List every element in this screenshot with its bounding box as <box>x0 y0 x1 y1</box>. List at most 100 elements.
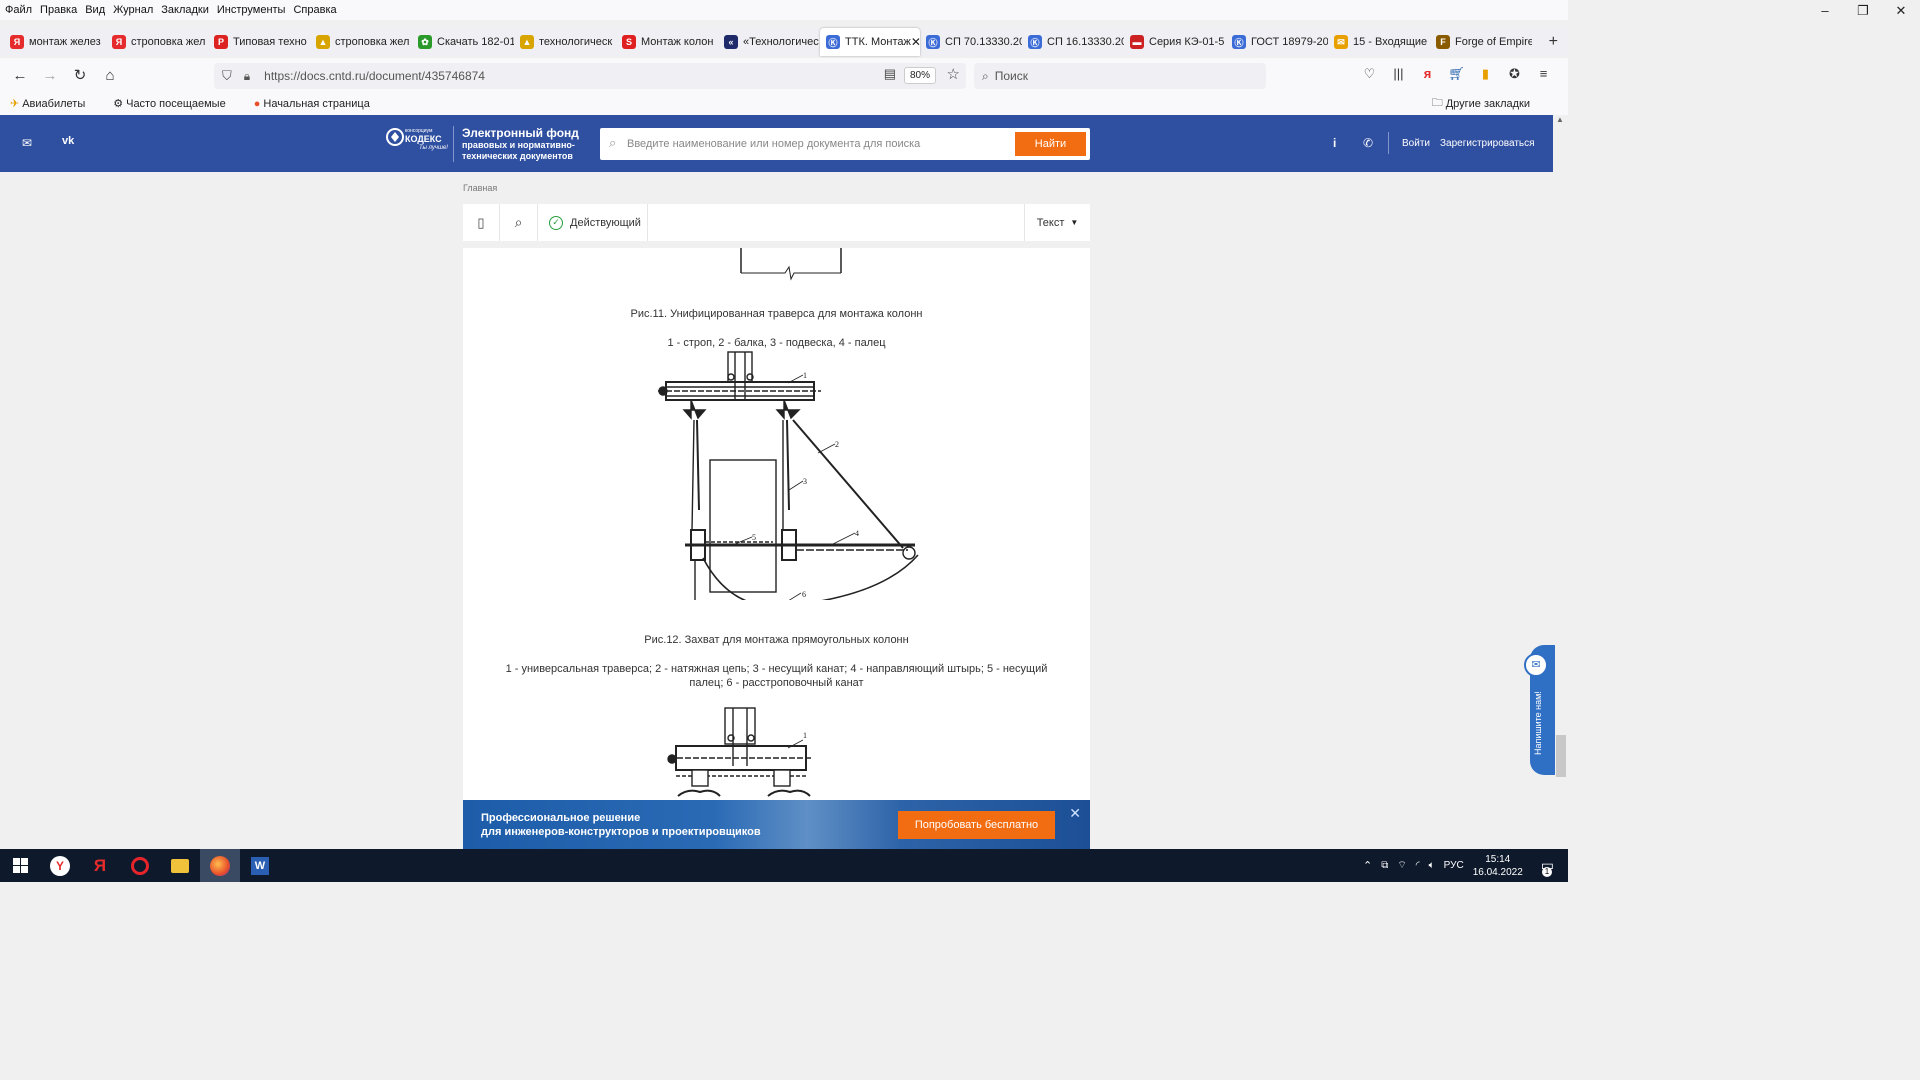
yandex-icon: Я <box>112 35 126 49</box>
home-icon[interactable]: ⌂ <box>96 67 124 84</box>
hamburger-menu-icon[interactable]: ≡ <box>1529 66 1558 82</box>
tab[interactable]: « «Технологичес <box>718 28 820 56</box>
mail-icon[interactable]: ✉ <box>22 136 32 150</box>
airplane-icon: ✈ <box>10 98 20 110</box>
kodeks-icon: Ⓚ <box>1028 35 1042 49</box>
image-icon: ▲ <box>316 35 330 49</box>
phone-icon[interactable]: ✆ <box>1363 136 1373 150</box>
yandex-icon[interactable]: я <box>1413 66 1442 82</box>
info-icon[interactable]: i <box>1333 136 1336 150</box>
pocket-icon[interactable]: ♡ <box>1355 66 1384 82</box>
bookmark-star-icon[interactable]: ☆ <box>947 65 960 83</box>
menu-view[interactable]: Вид <box>85 4 105 16</box>
wifi-icon[interactable]: ◜ <box>1416 860 1420 871</box>
back-icon[interactable]: ← <box>6 67 34 84</box>
browser-search-input[interactable]: ⌕ Поиск <box>974 63 1266 89</box>
bookmark-item[interactable]: ⚙ Часто посещаемые <box>113 97 239 111</box>
tab-active[interactable]: Ⓚ ТТК. Монтаж ✕ <box>820 28 920 56</box>
scrollbar-thumb[interactable] <box>1556 735 1566 777</box>
file-explorer-icon[interactable] <box>160 849 200 882</box>
close-window-button[interactable]: ✕ <box>1882 0 1920 24</box>
site-search-input[interactable]: ⌕ Введите наименование или номер докумен… <box>600 128 1090 160</box>
forward-icon[interactable]: → <box>36 67 64 84</box>
bookmark-item[interactable]: ● Начальная страница <box>254 98 384 110</box>
other-bookmarks[interactable]: 🗀 Другие закладки <box>1432 94 1544 113</box>
shield-icon[interactable]: ⛉ <box>222 68 232 84</box>
network-icon[interactable]: ⌔ <box>1397 859 1406 872</box>
tab[interactable]: F Forge of Empire <box>1430 28 1532 56</box>
tab[interactable]: Ⓚ ГОСТ 18979-20 <box>1226 28 1328 56</box>
contents-button[interactable]: ▯ <box>463 204 500 241</box>
menu-file[interactable]: Файл <box>5 4 32 16</box>
tab[interactable]: ▲ технологическ <box>514 28 616 56</box>
vk-icon[interactable]: vk <box>62 135 74 147</box>
close-icon[interactable]: ✕ <box>1069 805 1081 822</box>
meet-now-icon[interactable]: ⧉ <box>1381 860 1388 871</box>
figure-12-legend-line1: 1 - универсальная траверса; 2 - натяжная… <box>505 663 1048 675</box>
try-free-button[interactable]: Попробовать бесплатно <box>898 811 1055 839</box>
tab-label: ГОСТ 18979-20 <box>1251 36 1328 48</box>
url-text[interactable]: https://docs.cntd.ru/document/435746874 <box>264 69 485 83</box>
tab[interactable]: Ястроповка жел <box>106 28 208 56</box>
toolbar-icons: ♡ ||| я 🛒︎ ▮ ✪ ≡ <box>1355 66 1558 82</box>
tab[interactable]: Ⓚ СП 70.13330.20 <box>920 28 1022 56</box>
menu-tools[interactable]: Инструменты <box>217 4 286 16</box>
f-icon: F <box>1436 35 1450 49</box>
tab[interactable]: ✿ Скачать 182-01 <box>412 28 514 56</box>
extension-icon[interactable]: ✪ <box>1500 66 1529 82</box>
word-icon[interactable]: W <box>240 849 280 882</box>
volume-icon[interactable]: 🔈︎ <box>1429 860 1435 871</box>
menu-help[interactable]: Справка <box>293 4 336 16</box>
tab[interactable]: ✉ 15 - Входящие <box>1328 28 1430 56</box>
feedback-tab[interactable]: ✉ Напишите нам! <box>1524 645 1555 775</box>
folder-glyph <box>171 858 189 873</box>
tab[interactable]: P Типовая техно <box>208 28 310 56</box>
search-icon: ⌕ <box>982 68 989 83</box>
chevron-up-icon[interactable]: ⌃ <box>1363 859 1372 872</box>
reload-icon[interactable]: ↻ <box>66 66 94 84</box>
opera-icon[interactable] <box>120 849 160 882</box>
tab[interactable]: ▬ Серия КЭ-01-5 <box>1124 28 1226 56</box>
kodeks-logo[interactable]: консорциум КОДЕКС Ты лучше! <box>386 125 450 159</box>
menu-history[interactable]: Журнал <box>113 4 153 16</box>
minimize-button[interactable]: – <box>1806 0 1844 24</box>
notification-icon[interactable]: ▭ 1 <box>1541 857 1554 877</box>
windows-start-icon[interactable] <box>0 849 40 882</box>
library-icon[interactable]: ||| <box>1384 66 1413 82</box>
tab[interactable]: Ⓚ СП 16.13330.20 <box>1022 28 1124 56</box>
close-tab-icon[interactable]: ✕ <box>911 35 920 49</box>
input-language[interactable]: РУС <box>1444 860 1464 871</box>
tab[interactable]: Ямонтаж желез <box>4 28 106 56</box>
zoom-level[interactable]: 80% <box>903 67 936 84</box>
cart-icon[interactable]: 🛒︎ <box>1442 66 1471 82</box>
menu-edit[interactable]: Правка <box>40 4 77 16</box>
p-icon: P <box>214 35 228 49</box>
word-glyph: W <box>251 856 269 875</box>
find-button[interactable]: Найти <box>1015 132 1086 156</box>
breadcrumb[interactable]: Главная <box>463 183 497 193</box>
scroll-up-icon[interactable]: ▲ <box>1556 115 1564 124</box>
register-link[interactable]: Зарегистрироваться <box>1440 138 1535 149</box>
doc-search-button[interactable]: ⌕ <box>500 204 538 241</box>
yandex-browser-icon[interactable]: Y <box>40 849 80 882</box>
bookmark-flag-icon[interactable]: ▮ <box>1471 66 1500 82</box>
tab[interactable]: ▲ строповка жел <box>310 28 412 56</box>
login-link[interactable]: Войти <box>1402 138 1430 149</box>
firefox-taskbar-icon[interactable] <box>200 849 240 882</box>
status-badge[interactable]: ✓ Действующий <box>538 204 648 241</box>
yandex-icon[interactable]: Я <box>80 849 120 882</box>
header-divider <box>1388 132 1389 154</box>
address-bar[interactable]: ⛉ 🔒︎ https://docs.cntd.ru/document/43574… <box>214 63 966 89</box>
new-tab-icon[interactable]: + <box>1549 33 1558 51</box>
clock[interactable]: 15:14 16.04.2022 <box>1473 853 1523 879</box>
s-icon: S <box>622 35 636 49</box>
bookmark-item[interactable]: ✈ Авиабилеты <box>10 97 99 111</box>
reader-view-icon[interactable]: ▤ <box>884 66 896 82</box>
view-mode-dropdown[interactable]: Текст ▼ <box>1024 204 1090 241</box>
site-title[interactable]: Электронный фонд правовых и нормативно- … <box>462 127 579 162</box>
menu-bookmarks[interactable]: Закладки <box>161 4 209 16</box>
tab[interactable]: S Монтаж колон <box>616 28 718 56</box>
figure-13-drawing: 1 <box>667 707 813 797</box>
lock-icon[interactable]: 🔒︎ <box>244 69 250 84</box>
restore-button[interactable]: ❐ <box>1844 0 1882 24</box>
